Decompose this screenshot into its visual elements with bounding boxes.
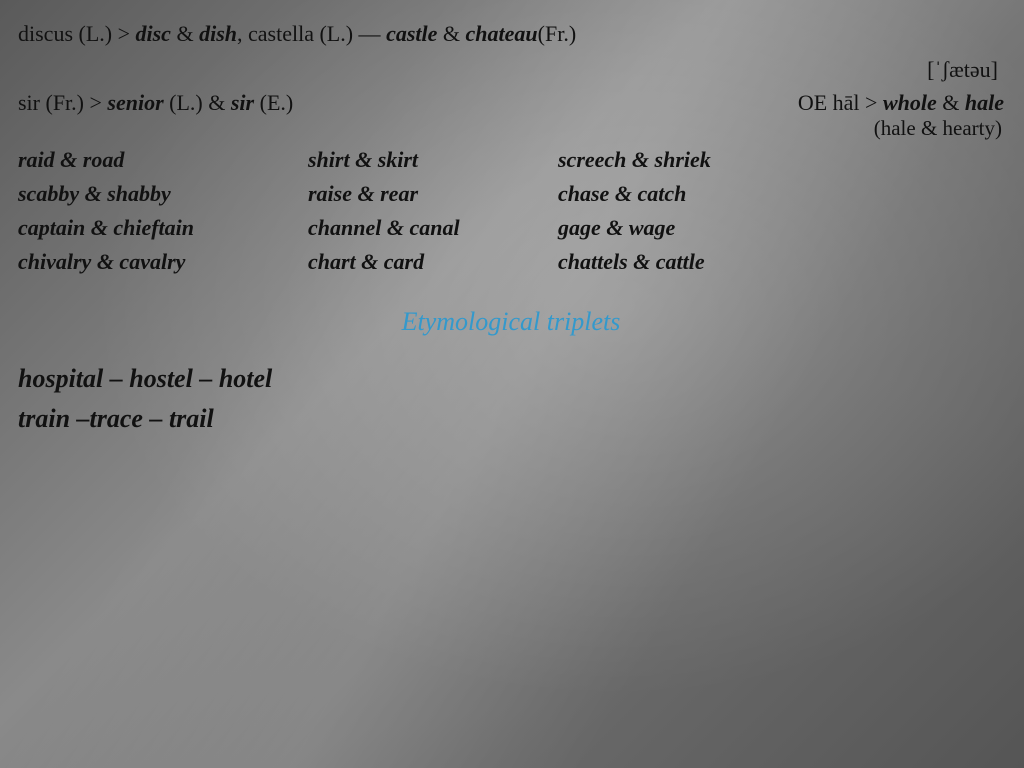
list-item: chase & catch	[558, 177, 938, 211]
col2: shirt & skirt raise & rear channel & can…	[308, 143, 558, 279]
triplets-heading: Etymological triplets	[18, 307, 1004, 337]
list-item: chivalry & cavalry	[18, 245, 308, 279]
list-item: gage & wage	[558, 211, 938, 245]
discus-line: discus (L.) > disc & dish, castella (L.)…	[18, 18, 1004, 50]
list-item: chattels & cattle	[558, 245, 938, 279]
dish-word: dish	[199, 21, 237, 46]
col3: screech & shriek chase & catch gage & wa…	[558, 143, 938, 279]
list-item: raise & rear	[308, 177, 558, 211]
list-item: captain & chieftain	[18, 211, 308, 245]
sir-right: OE hāl > whole & hale (hale & hearty)	[798, 90, 1004, 141]
discus-prefix: discus (L.) >	[18, 21, 136, 46]
fr-suffix: (Fr.)	[538, 21, 577, 46]
list-item: hospital – hostel – hotel	[18, 359, 1004, 399]
sir-left: sir (Fr.) > senior (L.) & sir (E.)	[18, 90, 293, 116]
oe-prefix: OE hāl >	[798, 90, 883, 115]
hale-note: (hale & hearty)	[798, 116, 1002, 141]
sir-word: sir	[231, 90, 254, 115]
castle-word: castle	[386, 21, 437, 46]
sir-middle: (L.) &	[164, 90, 231, 115]
main-content: discus (L.) > disc & dish, castella (L.)…	[0, 0, 1024, 450]
sir-line: sir (Fr.) > senior (L.) & sir (E.) OE hā…	[18, 90, 1004, 141]
list-item: channel & canal	[308, 211, 558, 245]
amp3: &	[937, 90, 965, 115]
amp2: &	[437, 21, 465, 46]
list-item: shirt & skirt	[308, 143, 558, 177]
list-item: chart & card	[308, 245, 558, 279]
list-item: screech & shriek	[558, 143, 938, 177]
list-item: train –trace – trail	[18, 399, 1004, 439]
sir-prefix: sir (Fr.) >	[18, 90, 107, 115]
chateau-word: chateau	[466, 21, 538, 46]
col1: raid & road scabby & shabby captain & ch…	[18, 143, 308, 279]
castella-middle: , castella (L.) —	[237, 21, 386, 46]
whole-word: whole	[883, 90, 937, 115]
doublets-grid: raid & road scabby & shabby captain & ch…	[18, 143, 1004, 279]
sir-suffix: (E.)	[254, 90, 293, 115]
senior-word: senior	[107, 90, 163, 115]
list-item: raid & road	[18, 143, 308, 177]
list-item: scabby & shabby	[18, 177, 308, 211]
phonetic-text: [ˈʃætəu]	[927, 57, 998, 82]
phonetic-line: [ˈʃætəu]	[18, 54, 1004, 86]
disc-word: disc	[136, 21, 171, 46]
amp1: &	[171, 21, 199, 46]
triplets-list: hospital – hostel – hotel train –trace –…	[18, 359, 1004, 440]
hale-word: hale	[965, 90, 1004, 115]
